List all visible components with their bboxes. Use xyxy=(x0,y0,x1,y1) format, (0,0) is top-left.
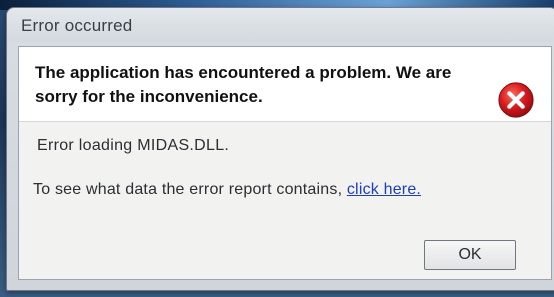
message-header: The application has encountered a proble… xyxy=(19,47,551,122)
report-info: To see what data the error report contai… xyxy=(33,181,421,199)
ok-button[interactable]: OK xyxy=(424,240,516,270)
window-title: Error occurred xyxy=(21,16,133,35)
error-detail: Error loading MIDAS.DLL. xyxy=(37,137,230,154)
report-link[interactable]: click here. xyxy=(347,181,421,198)
report-text: To see what data the error report contai… xyxy=(33,181,347,198)
error-icon xyxy=(498,82,534,118)
error-dialog: Error occurred The application has encou… xyxy=(6,7,554,291)
title-bar[interactable]: Error occurred xyxy=(7,8,554,42)
dialog-content: The application has encountered a proble… xyxy=(18,46,552,280)
error-headline: The application has encountered a proble… xyxy=(35,63,452,106)
